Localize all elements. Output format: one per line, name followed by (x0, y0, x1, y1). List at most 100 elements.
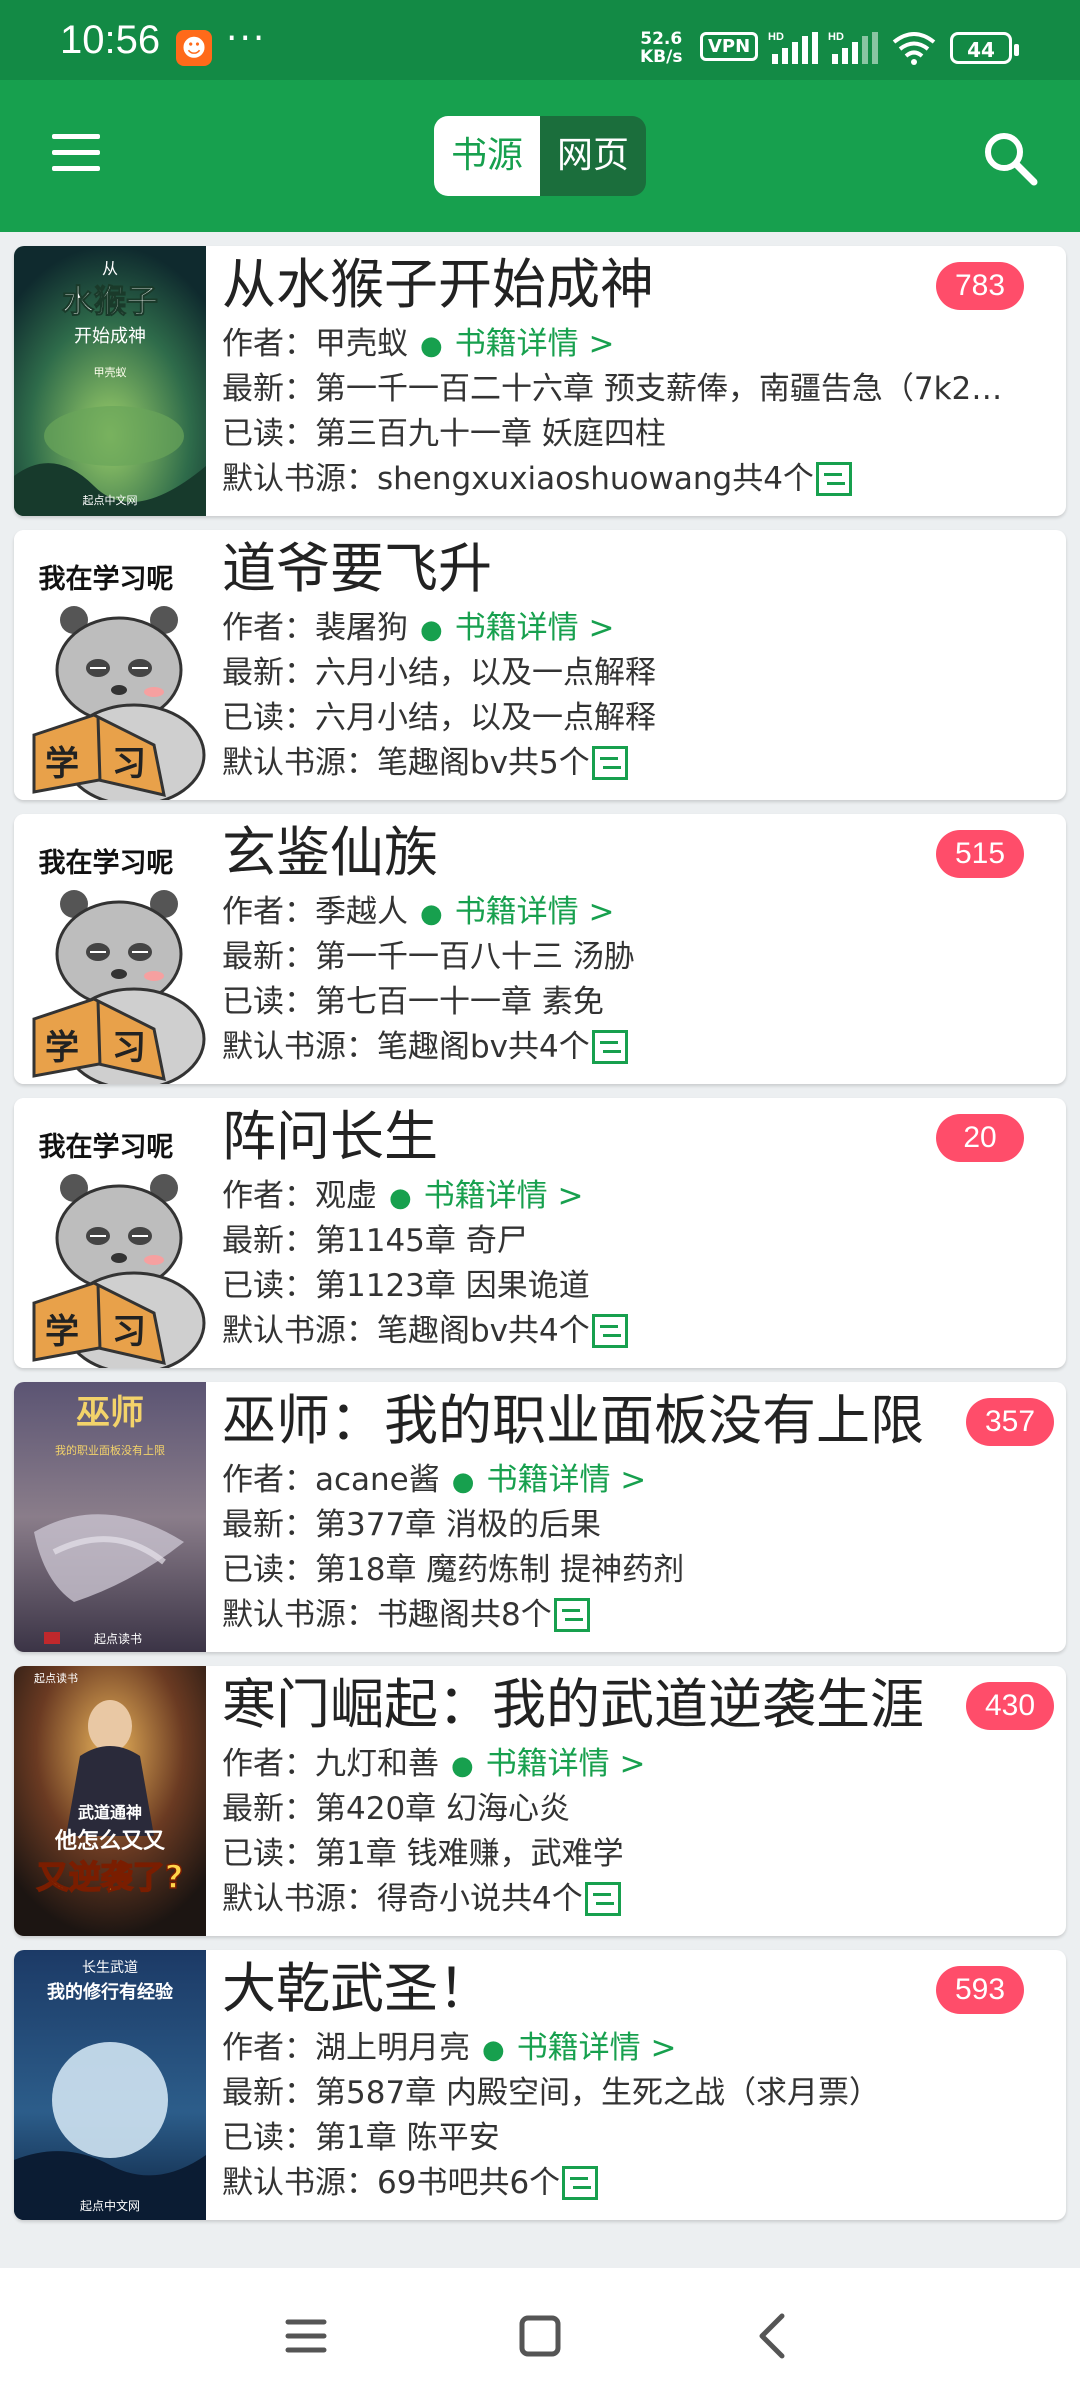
source-switch-icon[interactable] (591, 745, 628, 780)
book-author-row: 作者：观虚 ● 书籍详情 > (222, 1176, 584, 1218)
cover-text: 从 (102, 259, 118, 278)
separator-dot: ● (420, 615, 443, 645)
latest-chapter: 第1145章 奇尸 (315, 1223, 528, 1259)
source-switch-icon[interactable] (591, 1313, 628, 1348)
search-icon[interactable] (980, 128, 1040, 188)
latest-chapter: 第一千一百二十六章 预支薪俸，南疆告急（7k2… (315, 371, 1003, 407)
read-chapter: 第三百九十一章 妖庭四柱 (315, 416, 666, 452)
source-toggle: 书源 网页 (434, 116, 646, 196)
separator-dot: ● (420, 331, 443, 361)
read-chapter-row: 已读：第1章 钱难赚，武难学 (222, 1834, 624, 1874)
cover-text: 学 (45, 1312, 79, 1352)
cover-text: 武道通神 (78, 1803, 142, 1822)
book-card[interactable]: 我在学习呢 学 习 道爷要飞升 作者：裴屠狗 ● 书籍详情 > 最新：六月小结，以及… (14, 530, 1066, 800)
latest-chapter-row: 最新：第587章 内殿空间，生死之战（求月票） (222, 2073, 1058, 2113)
network-speed-unit: KB/s (640, 47, 683, 67)
author-label: 作者： (222, 2030, 315, 2066)
read-chapter: 第1章 陈平安 (315, 2120, 500, 2156)
cover-text: 我的修行有经验 (47, 1981, 174, 2003)
book-title: 玄鉴仙族 (222, 821, 438, 884)
book-details-link[interactable]: 书籍详情 > (486, 1746, 646, 1782)
default-source-row: 默认书源：69书吧共6个 (222, 2163, 599, 2203)
author-label: 作者： (222, 326, 315, 362)
source-label: 默认书源： (222, 745, 377, 781)
book-details-link[interactable]: 书籍详情 > (486, 1462, 646, 1498)
latest-label: 最新： (222, 1507, 315, 1543)
read-label: 已读： (222, 984, 315, 1020)
cover-text: 我在学习呢 (39, 563, 174, 595)
book-author-row: 作者：季越人 ● 书籍详情 > (222, 892, 615, 934)
default-source-row: 默认书源：笔趣阁bv共4个 (222, 1027, 628, 1067)
book-cover: 我在学习呢 学 习 (14, 814, 206, 1084)
read-chapter-row: 已读：第18章 魔药炼制 提神药剂 (222, 1550, 684, 1590)
app-bar: 书源 网页 (0, 80, 1080, 232)
read-label: 已读： (222, 1836, 315, 1872)
network-speed: 52.6 KB/s (640, 30, 682, 66)
cover-text: 长生武道 (82, 1960, 138, 1976)
cover-text: 甲壳蚁 (94, 365, 127, 379)
default-source-row: 默认书源：书趣阁共8个 (222, 1595, 590, 1635)
book-details-link[interactable]: 书籍详情 > (455, 610, 615, 646)
separator-dot: ● (420, 899, 443, 929)
back-icon[interactable] (744, 2306, 804, 2366)
unread-count-badge: 20 (936, 1114, 1024, 1162)
unread-count-badge: 430 (966, 1682, 1054, 1730)
latest-chapter: 六月小结，以及一点解释 (315, 655, 656, 691)
latest-chapter-row: 最新：第1145章 奇尸 (222, 1221, 1058, 1261)
latest-label: 最新： (222, 939, 315, 975)
book-title: 寒门崛起：我的武道逆袭生涯 (222, 1673, 924, 1736)
author-name: 九灯和善 (315, 1746, 439, 1782)
source-switch-icon[interactable] (553, 1597, 590, 1632)
book-details-link[interactable]: 书籍详情 > (455, 894, 615, 930)
menu-button[interactable] (48, 130, 104, 178)
book-card[interactable]: 起点读书 武道通神 他怎么又又 又逆袭了? 寒门崛起：我的武道逆袭生涯 430 … (14, 1666, 1066, 1936)
read-chapter: 第1123章 因果诡道 (315, 1268, 590, 1304)
book-details-link[interactable]: 书籍详情 > (455, 326, 615, 362)
cover-text: 起点中文网 (80, 2198, 140, 2213)
wifi-icon (892, 32, 936, 65)
tab-web[interactable]: 网页 (540, 116, 646, 196)
source-label: 默认书源： (222, 1597, 377, 1633)
latest-label: 最新： (222, 371, 315, 407)
source-name: shengxuxiaoshuowang共4个 (377, 461, 814, 497)
latest-label: 最新： (222, 1223, 315, 1259)
book-details-link[interactable]: 书籍详情 > (424, 1178, 584, 1214)
recents-icon[interactable] (276, 2306, 336, 2366)
book-card[interactable]: 我在学习呢 学 习 阵问长生 20 作者：观虚 ● 书籍详情 > 最新：第1145章… (14, 1098, 1066, 1368)
author-name: acane酱 (315, 1462, 440, 1498)
source-switch-icon[interactable] (591, 1029, 628, 1064)
book-title: 大乾武圣！ (222, 1957, 492, 2020)
svg-text:HD: HD (828, 31, 844, 43)
cover-art-wushi: 巫师 我的职业面板没有上限 起点读书 (14, 1382, 206, 1652)
source-name: 得奇小说共4个 (377, 1881, 583, 1917)
source-switch-icon[interactable] (815, 461, 852, 496)
book-cover: 巫师 我的职业面板没有上限 起点读书 (14, 1382, 206, 1652)
home-icon[interactable] (510, 2306, 570, 2366)
source-switch-icon[interactable] (584, 1881, 621, 1916)
author-label: 作者： (222, 894, 315, 930)
author-name: 季越人 (315, 894, 408, 930)
cover-text: 学 (45, 1028, 79, 1068)
latest-label: 最新： (222, 2075, 315, 2111)
latest-chapter-row: 最新：第377章 消极的后果 (222, 1505, 1058, 1545)
book-cover: 我在学习呢 学 习 (14, 1098, 206, 1368)
book-details-link[interactable]: 书籍详情 > (517, 2030, 677, 2066)
source-label: 默认书源： (222, 1881, 377, 1917)
unread-count-badge: 357 (966, 1398, 1054, 1446)
source-switch-icon[interactable] (562, 2165, 599, 2200)
book-card[interactable]: 从 水猴子 开始成神 甲壳蚁 起点中文网 从水猴子开始成神 783 作者：甲壳蚁… (14, 246, 1066, 516)
default-source-row: 默认书源：得奇小说共4个 (222, 1879, 621, 1919)
book-card[interactable]: 我在学习呢 学 习 玄鉴仙族 515 作者：季越人 ● 书籍详情 > 最新：第一千一… (14, 814, 1066, 1084)
book-title: 从水猴子开始成神 (222, 253, 654, 316)
author-name: 湖上明月亮 (315, 2030, 470, 2066)
tab-book-source[interactable]: 书源 (434, 116, 540, 196)
cover-text: 又逆袭了? (37, 1858, 184, 1896)
source-name: 69书吧共6个 (377, 2165, 561, 2201)
default-source-row: 默认书源：笔趣阁bv共4个 (222, 1311, 628, 1351)
latest-chapter: 第一千一百八十三 汤胁 (315, 939, 635, 975)
book-cover: 我在学习呢 学 习 (14, 530, 206, 800)
book-card[interactable]: 长生武道 我的修行有经验 起点中文网 大乾武圣！ 593 作者：湖上明月亮 ● 书籍… (14, 1950, 1066, 2220)
status-bar: 10:56 ☻ ··· 52.6 KB/s VPN HD HD 44 (0, 0, 1080, 80)
book-card[interactable]: 巫师 我的职业面板没有上限 起点读书 巫师：我的职业面板没有上限 357 作者：… (14, 1382, 1066, 1652)
latest-label: 最新： (222, 655, 315, 691)
